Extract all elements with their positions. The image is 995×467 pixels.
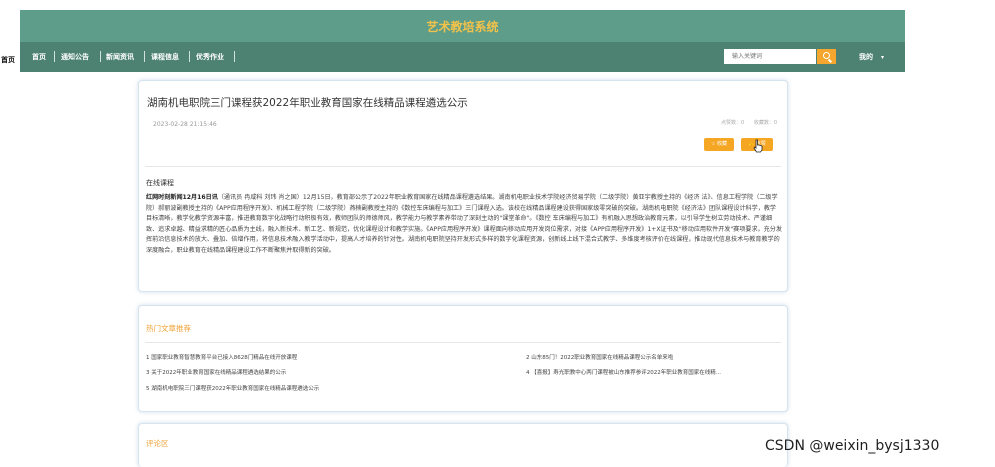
comment-card: 评论区 — [138, 423, 788, 467]
hot-article-link[interactable]: 3 关于2022年职业教育国家在线精品课程遴选结果的公示 — [146, 368, 286, 376]
article-body-text: （通讯员 冉咸科 刘玮 肖之国）12月15日，教育部公示了2022年职业教育国家… — [146, 194, 782, 254]
user-menu[interactable]: 我的 ▾ — [859, 52, 884, 62]
site-title: 艺术教培系统 — [426, 20, 499, 34]
comment-section-title: 评论区 — [146, 439, 169, 448]
nav-separator — [100, 51, 101, 62]
nav-separator — [144, 51, 145, 62]
like-count: 点赞数：0 — [721, 120, 745, 126]
article-stats: 点赞数：0 收藏数：0 — [713, 119, 777, 126]
user-menu-label: 我的 — [859, 53, 873, 61]
nav-bar: 首页 通知公告 新闻资讯 课程信息 优秀作业 我的 ▾ — [20, 42, 905, 72]
article-lead: 红网时刻新闻12月16日讯 — [146, 194, 218, 201]
hot-article-link[interactable]: 4 【喜报】寿光职教中心两门课程被山东推荐参评2022年职业教育国家在线精... — [526, 368, 721, 376]
hot-articles-card: 热门文章推荐 1 国家职业教育智慧教育平台已接入8628门精品在线开放课程 2 … — [138, 305, 788, 412]
divider — [145, 342, 781, 343]
hand-cursor-icon — [753, 139, 763, 153]
nav-item-notices[interactable]: 通知公告 — [61, 52, 89, 62]
collect-count: 收藏数：0 — [753, 120, 777, 126]
nav-item-news[interactable]: 新闻资讯 — [106, 52, 134, 62]
nav-item-home[interactable]: 首页 — [32, 52, 46, 62]
title-bar: 艺术教培系统 — [20, 10, 905, 42]
nav-separator — [189, 51, 190, 62]
article-card: 湖南机电职院三门课程获2022年职业教育国家在线精品课程遴选公示 2023-02… — [138, 80, 788, 292]
nav-overlay-label: 首页 — [0, 55, 16, 65]
collect-button[interactable]: ☆ 收藏 — [704, 138, 734, 151]
divider — [145, 166, 781, 167]
watermark: CSDN @weixin_bysj1330 — [765, 438, 940, 454]
nav-item-homework[interactable]: 优秀作业 — [196, 52, 224, 62]
search-input[interactable] — [724, 49, 816, 64]
hot-article-link[interactable]: 5 湖南机电职院三门课程获2022年职业教育国家在线精品课程遴选公示 — [146, 384, 319, 392]
article-category: 在线课程 — [146, 179, 174, 187]
search-button[interactable] — [817, 49, 836, 64]
nav-separator — [54, 51, 55, 62]
chevron-down-icon: ▾ — [881, 54, 885, 61]
nav-item-courses[interactable]: 课程信息 — [151, 52, 179, 62]
article-body: 红网时刻新闻12月16日讯（通讯员 冉咸科 刘玮 肖之国）12月15日，教育部公… — [146, 193, 782, 256]
nav-separator — [234, 51, 235, 62]
hot-article-link[interactable]: 2 山东85门！2022职业教育国家在线精品课程公示名单来啦 — [526, 353, 673, 361]
article-date: 2023-02-28 21:15:46 — [153, 121, 217, 128]
search-icon — [823, 52, 830, 59]
hot-articles-title: 热门文章推荐 — [146, 324, 191, 333]
article-title: 湖南机电职院三门课程获2022年职业教育国家在线精品课程遴选公示 — [147, 97, 468, 109]
hot-article-link[interactable]: 1 国家职业教育智慧教育平台已接入8628门精品在线开放课程 — [146, 353, 297, 361]
